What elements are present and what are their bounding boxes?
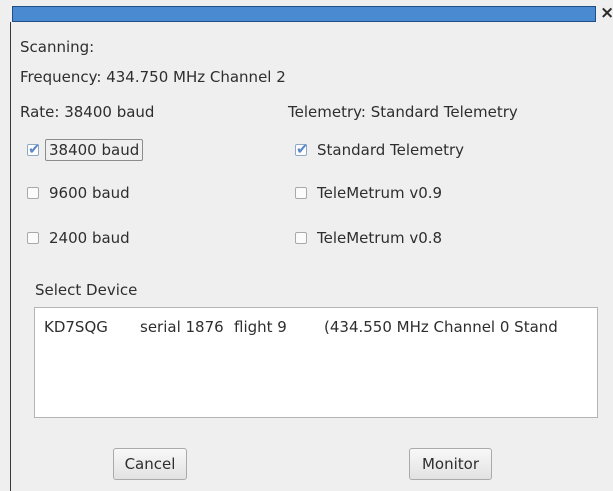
checkbox-icon[interactable] [27, 232, 39, 244]
checkbox-checked-icon[interactable] [27, 140, 41, 158]
device-serial: serial 1876 [140, 318, 224, 336]
telemetry-label: Telemetry: Standard Telemetry [288, 103, 518, 121]
rate-option-2400[interactable]: 2400 baud [27, 226, 130, 250]
rate-option-label: 9600 baud [49, 184, 130, 202]
device-info: (434.550 MHz Channel 0 Stand [324, 318, 558, 336]
telemetry-option-label: Standard Telemetry [317, 141, 465, 159]
telemetry-option-v09[interactable]: TeleMetrum v0.9 [295, 181, 442, 205]
select-device-label: Select Device [35, 281, 138, 299]
device-list[interactable]: KD7SQG serial 1876 flight 9 (434.550 MHz Ch… [34, 307, 598, 418]
device-callsign: KD7SQG [44, 318, 108, 336]
checkbox-icon[interactable] [295, 232, 307, 244]
monitor-button[interactable]: Monitor [409, 448, 492, 480]
rate-option-38400[interactable]: 38400 baud [27, 138, 144, 162]
telemetry-option-standard[interactable]: Standard Telemetry [295, 138, 464, 162]
close-icon[interactable]: × [600, 3, 613, 23]
rate-label: Rate: 38400 baud [20, 103, 155, 121]
list-item[interactable]: KD7SQG serial 1876 flight 9 (434.550 MHz Ch… [44, 317, 558, 337]
checkbox-icon[interactable] [27, 187, 39, 199]
telemetry-option-label: TeleMetrum v0.9 [317, 184, 443, 202]
cancel-button[interactable]: Cancel [113, 448, 187, 480]
window-border [10, 22, 11, 491]
checkbox-checked-icon[interactable] [295, 140, 309, 158]
rate-option-9600[interactable]: 9600 baud [27, 181, 130, 205]
rate-option-label: 38400 baud [45, 139, 144, 161]
device-flight: flight 9 [234, 318, 287, 336]
rate-option-label: 2400 baud [49, 229, 130, 247]
telemetry-option-v08[interactable]: TeleMetrum v0.8 [295, 226, 442, 250]
checkbox-icon[interactable] [295, 187, 307, 199]
scanning-label: Scanning: [20, 38, 95, 56]
window-title-bar[interactable] [12, 6, 596, 22]
telemetry-option-label: TeleMetrum v0.8 [317, 229, 443, 247]
frequency-label: Frequency: 434.750 MHz Channel 2 [20, 68, 286, 86]
